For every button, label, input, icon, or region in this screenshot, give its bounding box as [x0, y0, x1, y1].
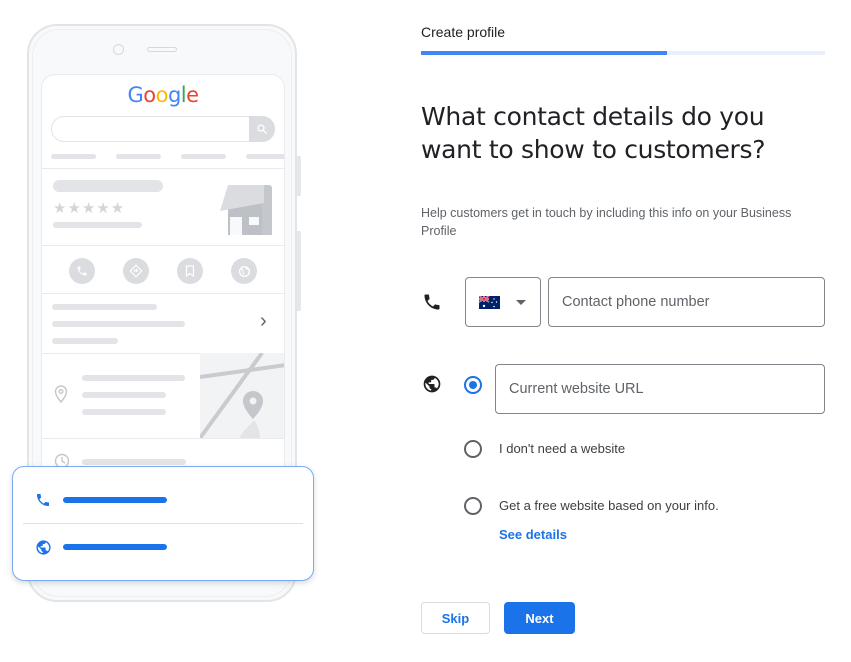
placeholder-tab	[116, 154, 161, 159]
chevron-down-icon	[516, 299, 526, 305]
mock-search-bar	[51, 116, 275, 142]
country-code-select[interactable]	[465, 277, 541, 327]
divider	[42, 438, 284, 439]
phone-camera	[113, 44, 124, 55]
search-icon	[249, 116, 275, 142]
progress-bar-fill	[421, 51, 668, 55]
map-thumbnail	[200, 353, 284, 438]
radio-current-website[interactable]	[464, 376, 482, 394]
phone-icon	[421, 291, 443, 313]
radio-free-website[interactable]	[464, 497, 482, 515]
chevron-right-icon: ›	[260, 310, 267, 332]
website-url-input[interactable]	[495, 364, 825, 414]
phone-speaker	[147, 47, 177, 52]
logo-letter: o	[143, 83, 156, 107]
placeholder-website-line	[63, 544, 167, 550]
placeholder-line	[52, 304, 157, 310]
globe-icon	[231, 258, 257, 284]
divider	[42, 293, 284, 294]
divider	[42, 245, 284, 246]
logo-letter: G	[127, 83, 144, 107]
phone-side-button	[297, 231, 301, 311]
placeholder-tab	[246, 154, 284, 159]
free-website-label[interactable]: Get a free website based on your info.	[499, 498, 719, 513]
step-label: Create profile	[421, 24, 506, 40]
no-website-label[interactable]: I don't need a website	[499, 441, 625, 456]
phone-side-button	[297, 156, 301, 196]
placeholder-line	[82, 392, 166, 398]
directions-icon	[123, 258, 149, 284]
placeholder-line	[53, 222, 142, 228]
phone-icon	[69, 258, 95, 284]
placeholder-line	[82, 409, 166, 415]
placeholder-line	[82, 459, 186, 465]
rating-stars: ★★★★★	[53, 200, 126, 217]
globe-icon	[33, 537, 53, 557]
placeholder-business-name	[53, 180, 163, 192]
placeholder-line	[52, 321, 185, 327]
google-logo: Google	[42, 83, 284, 107]
skip-button[interactable]: Skip	[421, 602, 490, 634]
divider	[42, 168, 284, 169]
placeholder-line	[52, 338, 118, 344]
page-title: What contact details do you want to show…	[421, 102, 766, 164]
australia-flag-icon	[479, 295, 500, 309]
card-website-row	[13, 519, 313, 575]
bookmark-icon	[177, 258, 203, 284]
contact-details-card	[12, 466, 314, 581]
next-button[interactable]: Next	[504, 602, 575, 634]
phone-number-input[interactable]	[548, 277, 825, 327]
storefront-icon	[220, 185, 274, 235]
logo-letter: o	[155, 83, 169, 107]
see-details-link[interactable]: See details	[499, 527, 567, 542]
logo-letter: g	[167, 83, 181, 107]
phone-icon	[33, 490, 53, 510]
page-subtitle: Help customers get in touch by including…	[421, 206, 792, 238]
globe-icon	[421, 373, 443, 395]
location-pin-icon	[54, 385, 68, 408]
radio-no-website[interactable]	[464, 440, 482, 458]
logo-letter: e	[186, 83, 199, 107]
placeholder-phone-line	[63, 497, 167, 503]
placeholder-tab	[181, 154, 226, 159]
progress-bar	[421, 51, 825, 55]
placeholder-tab	[51, 154, 96, 159]
placeholder-line	[82, 375, 185, 381]
